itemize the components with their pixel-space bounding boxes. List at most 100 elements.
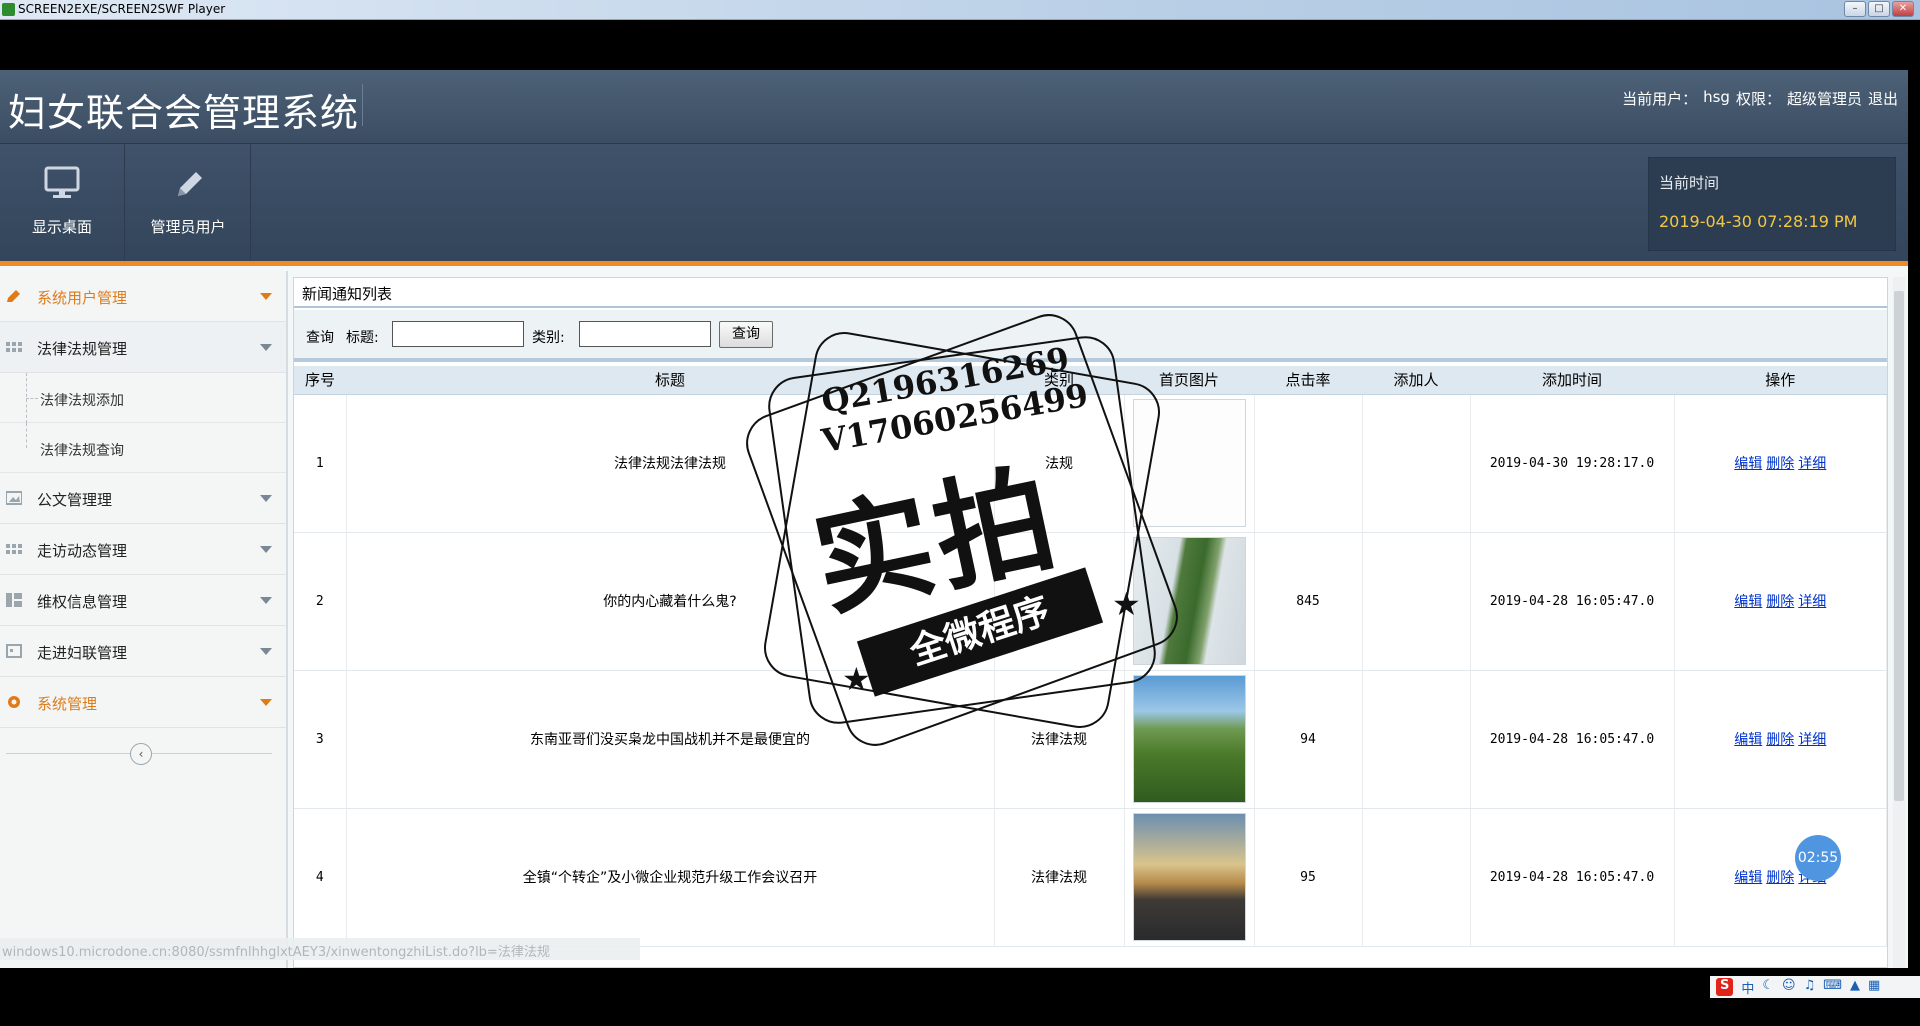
row-clicks: 845 — [1254, 532, 1363, 671]
sidebar-subitem-label: 法律法规查询 — [40, 443, 124, 459]
ime-logo-icon[interactable]: S — [1716, 978, 1734, 996]
content-scrollbar[interactable] — [1893, 277, 1905, 968]
close-icon[interactable]: ✕ — [1892, 1, 1914, 17]
admin-user-button[interactable]: 管理员用户 — [126, 144, 251, 261]
row-actions: 编辑删除详细 — [1674, 532, 1887, 671]
edit-link[interactable]: 编辑 — [1734, 870, 1762, 886]
scrollbar-thumb[interactable] — [1894, 291, 1904, 801]
user-info: 当前用户： hsg 权限： 超级管理员 退出 — [1622, 88, 1898, 109]
tree-line — [26, 423, 27, 448]
col-time: 添加时间 — [1470, 366, 1674, 395]
minimize-icon[interactable]: – — [1844, 1, 1866, 17]
keyboard-icon[interactable]: ⌨ — [1823, 978, 1842, 996]
row-adder — [1362, 532, 1471, 671]
sidebar-subitem-label: 法律法规添加 — [40, 393, 124, 409]
system-title: 妇女联合会管理系统 — [8, 91, 360, 135]
microphone-icon[interactable]: ♫ — [1804, 978, 1816, 996]
logout-link[interactable]: 退出 — [1868, 88, 1898, 109]
shirt-icon[interactable]: ▲ — [1850, 978, 1860, 996]
row-category: 法律法规 — [994, 808, 1125, 947]
grid-icon — [6, 544, 22, 554]
row-image — [1132, 813, 1246, 941]
current-user-label: 当前用户： — [1622, 90, 1698, 108]
moon-icon[interactable]: ☾ — [1762, 978, 1774, 996]
apps-icon[interactable]: ▦ — [1868, 978, 1880, 996]
row-clicks — [1254, 394, 1363, 533]
title-search-input[interactable] — [392, 321, 524, 347]
watermark-stamp: Q2196316269 V17060256499 实拍 全微程序 ★ ★ — [712, 295, 1212, 765]
row-time: 2019-04-28 16:05:47.0 — [1470, 670, 1675, 809]
sidebar-item-system-users[interactable]: 系统用户管理 — [0, 271, 286, 322]
role-label: 权限： — [1735, 90, 1781, 108]
sidebar-item-documents[interactable]: 公文管理理 — [0, 473, 286, 524]
row-clicks: 94 — [1254, 670, 1363, 809]
sidebar-item-laws[interactable]: 法律法规管理 — [0, 322, 286, 373]
detail-link[interactable]: 详细 — [1798, 456, 1826, 472]
sidebar-item-rights[interactable]: 维权信息管理 — [0, 575, 286, 626]
sidebar-item-label: 公文管理理 — [37, 491, 113, 509]
admin-user-label: 管理员用户 — [150, 218, 226, 236]
current-time-value: 2019-04-30 07:28:19 PM — [1659, 212, 1858, 231]
smiley-icon[interactable]: ☺ — [1782, 978, 1796, 996]
chevron-down-icon — [260, 495, 272, 502]
monitor-icon — [44, 166, 80, 198]
sidebar-item-federation[interactable]: 走进妇联管理 — [0, 626, 286, 677]
edit-link[interactable]: 编辑 — [1734, 732, 1762, 748]
delete-link[interactable]: 删除 — [1766, 732, 1794, 748]
col-clicks: 点击率 — [1254, 366, 1362, 395]
calendar-icon — [6, 644, 22, 658]
row-no: 3 — [294, 670, 347, 809]
detail-link[interactable]: 详细 — [1798, 732, 1826, 748]
current-user-name: hsg — [1703, 88, 1730, 106]
player-title: SCREEN2EXE/SCREEN2SWF Player — [18, 2, 226, 16]
sidebar: 系统用户管理 法律法规管理 法律法规添加 法律法规查询 公文管理理 走访动态管理… — [0, 271, 288, 968]
category-search-input[interactable] — [579, 321, 711, 347]
maximize-icon[interactable]: □ — [1868, 1, 1890, 17]
detail-link[interactable]: 详细 — [1798, 594, 1826, 610]
table-row: 4 全镇“个转企”及小微企业规范升级工作会议召开 法律法规 95 2019-04… — [294, 808, 1887, 947]
row-time: 2019-04-28 16:05:47.0 — [1470, 808, 1675, 947]
sidebar-item-system[interactable]: 系统管理 — [0, 677, 286, 728]
collapse-sidebar-icon[interactable]: ‹ — [130, 743, 152, 765]
sidebar-item-label: 法律法规管理 — [37, 340, 128, 358]
image-icon — [6, 491, 22, 505]
row-adder — [1362, 670, 1471, 809]
row-time: 2019-04-30 19:28:17.0 — [1470, 394, 1675, 533]
row-clicks: 95 — [1254, 808, 1363, 947]
edit-link[interactable]: 编辑 — [1734, 456, 1762, 472]
title-divider — [362, 84, 363, 126]
sidebar-item-label: 维权信息管理 — [37, 593, 128, 611]
gear-icon — [8, 696, 20, 708]
delete-link[interactable]: 删除 — [1766, 456, 1794, 472]
row-actions: 编辑删除详细 — [1674, 670, 1887, 809]
chevron-down-icon — [260, 344, 272, 351]
row-actions: 编辑删除详细 — [1674, 394, 1887, 533]
row-adder — [1362, 808, 1471, 947]
sidebar-item-visits[interactable]: 走访动态管理 — [0, 524, 286, 575]
sidebar-item-label: 系统用户管理 — [37, 289, 128, 307]
row-title: 全镇“个转企”及小微企业规范升级工作会议召开 — [346, 808, 995, 947]
sidebar-item-label: 走访动态管理 — [37, 542, 128, 560]
star-icon: ★ — [842, 660, 871, 698]
delete-link[interactable]: 删除 — [1766, 594, 1794, 610]
row-time: 2019-04-28 16:05:47.0 — [1470, 532, 1675, 671]
delete-link[interactable]: 删除 — [1766, 870, 1794, 886]
role-value: 超级管理员 — [1786, 90, 1862, 108]
show-desktop-button[interactable]: 显示桌面 — [0, 144, 125, 261]
letterbox-top — [0, 20, 1920, 70]
ime-chinese-toggle[interactable]: 中 — [1741, 978, 1754, 997]
sidebar-subitem-law-add[interactable]: 法律法规添加 — [0, 373, 286, 423]
chevron-down-icon — [260, 648, 272, 655]
sidebar-subitem-law-query[interactable]: 法律法规查询 — [0, 423, 286, 473]
pencil-icon — [178, 172, 202, 196]
row-adder — [1362, 394, 1471, 533]
layout-icon — [6, 593, 22, 607]
player-titlebar: SCREEN2EXE/SCREEN2SWF Player – □ ✕ — [0, 0, 1920, 20]
edit-link[interactable]: 编辑 — [1734, 594, 1762, 610]
window-controls: – □ ✕ — [1844, 1, 1914, 17]
sidebar-collapse-row: ‹ — [0, 728, 286, 780]
player-app-icon — [2, 3, 15, 16]
letterbox-bottom — [0, 968, 1920, 1026]
query-label: 查询 — [306, 330, 334, 346]
chevron-down-icon — [260, 546, 272, 553]
